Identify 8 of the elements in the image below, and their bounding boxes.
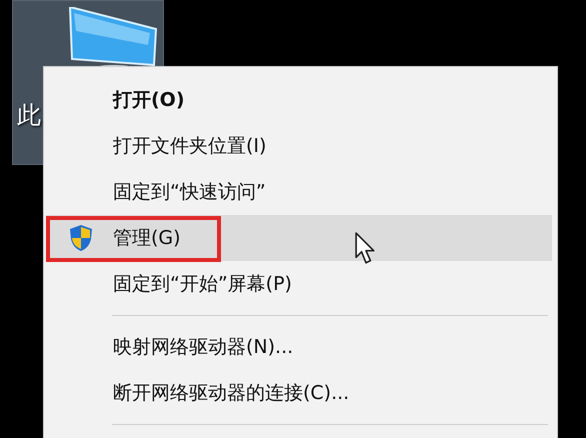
- menu-item-label: 管理(G): [113, 226, 181, 251]
- menu-item-label: 固定到“开始”屏幕(P): [113, 272, 292, 297]
- icon-label: 此: [17, 100, 41, 131]
- menu-item-label: 映射网络驱动器(N)...: [113, 335, 294, 360]
- menu-item-label: 打开文件夹位置(I): [113, 134, 266, 159]
- menu-item-label: 打开(O): [113, 88, 185, 113]
- menu-item-label: 固定到“快速访问”: [113, 180, 266, 205]
- menu-item-label: 断开网络驱动器的连接(C)...: [113, 381, 350, 406]
